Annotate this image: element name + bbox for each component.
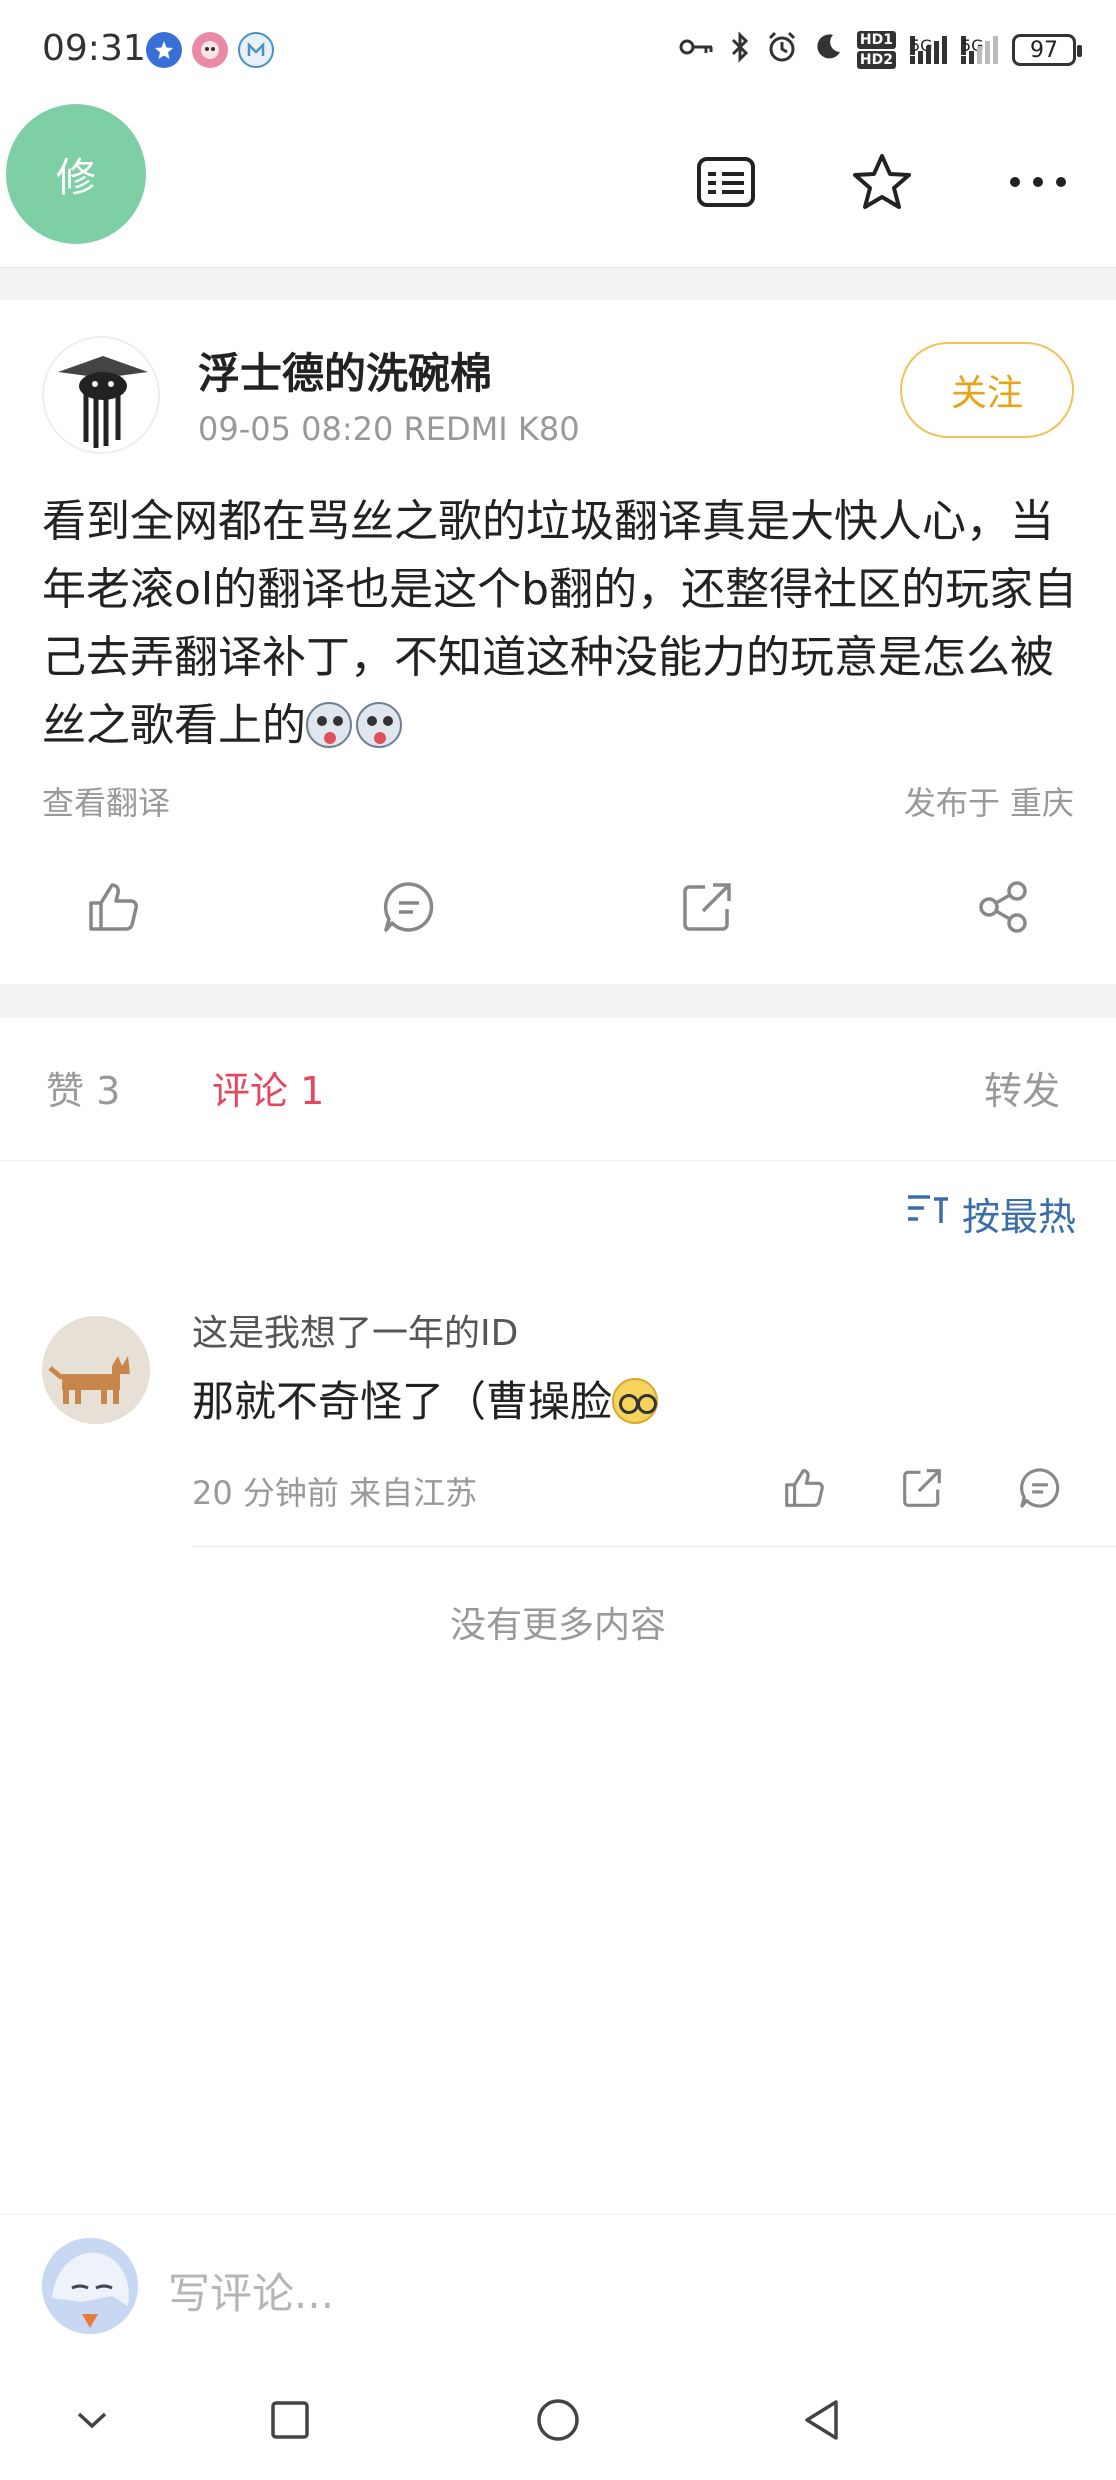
notification-app-icon-2 xyxy=(192,32,228,68)
notification-app-icon-1 xyxy=(146,32,182,68)
comment-like-icon[interactable] xyxy=(776,1460,832,1516)
view-translation-link[interactable]: 查看翻译 xyxy=(42,778,170,824)
follow-button[interactable]: 关注 xyxy=(900,342,1074,438)
author-name[interactable]: 浮士德的洗碗棉 xyxy=(198,340,492,401)
sort-button[interactable]: 按最热 xyxy=(906,1186,1076,1241)
chevron-down-icon[interactable] xyxy=(62,2390,122,2450)
comment-icon[interactable] xyxy=(374,872,444,942)
comment-input[interactable]: 写评论... xyxy=(168,2260,334,2321)
hd1-badge: HD1 xyxy=(856,31,896,49)
emoji-icon xyxy=(356,702,402,748)
back-icon[interactable] xyxy=(792,2390,852,2450)
status-indicators: HD1 HD2 5G 5G 97 xyxy=(679,28,1082,72)
signal-icon-2: 5G xyxy=(961,36,998,64)
signal-icon-1: 5G xyxy=(910,36,947,64)
home-icon[interactable] xyxy=(528,2390,588,2450)
network-label-2: 5G xyxy=(961,36,984,55)
share-icon[interactable] xyxy=(968,872,1038,942)
hd2-badge: HD2 xyxy=(856,51,896,69)
post-body: 看到全网都在骂丝之歌的垃圾翻译真是大快人心，当年老滚ol的翻译也是这个b翻的，还… xyxy=(42,488,1082,760)
comment-repost-icon[interactable] xyxy=(894,1460,950,1516)
post-body-text: 看到全网都在骂丝之歌的垃圾翻译真是大快人心，当年老滚ol的翻译也是这个b翻的，还… xyxy=(42,496,1078,751)
repost-icon[interactable] xyxy=(672,872,742,942)
notification-app-icon-3 xyxy=(238,32,274,68)
no-more-content: 没有更多内容 xyxy=(449,1605,666,1646)
commenter-avatar[interactable] xyxy=(42,1316,150,1424)
star-icon[interactable] xyxy=(850,150,914,214)
section-gap xyxy=(0,268,1116,300)
more-icon[interactable] xyxy=(1006,150,1070,214)
emoji-icon xyxy=(612,1378,659,1424)
edit-floating-button[interactable]: 修 xyxy=(6,104,146,244)
network-label-1: 5G xyxy=(910,36,933,55)
comment-text-content: 那就不奇怪了（曹操脸 xyxy=(192,1377,613,1426)
battery-indicator: 97 xyxy=(1012,34,1082,66)
comment-reply-icon[interactable] xyxy=(1012,1460,1068,1516)
tab-likes[interactable]: 赞 3 xyxy=(46,1060,120,1115)
comment-meta: 20 分钟前 来自江苏 xyxy=(192,1474,478,1512)
divider xyxy=(192,1546,1116,1547)
key-icon xyxy=(679,35,715,66)
like-icon[interactable] xyxy=(78,872,148,942)
tab-comments[interactable]: 评论 1 xyxy=(212,1060,324,1115)
hd-badges: HD1 HD2 xyxy=(856,31,896,69)
recent-apps-icon[interactable] xyxy=(260,2390,320,2450)
post-location: 发布于 重庆 xyxy=(903,784,1074,822)
sort-icon xyxy=(906,1191,950,1236)
divider xyxy=(0,1160,1116,1161)
author-avatar[interactable] xyxy=(42,336,160,454)
section-gap xyxy=(0,984,1116,1018)
status-time: 09:31 xyxy=(42,28,146,69)
sort-label: 按最热 xyxy=(961,1195,1076,1239)
my-avatar[interactable] xyxy=(42,2238,138,2334)
alarm-icon xyxy=(765,30,799,71)
emoji-icon xyxy=(306,702,352,748)
bluetooth-icon xyxy=(729,30,751,70)
comment-username[interactable]: 这是我想了一年的ID xyxy=(192,1304,518,1356)
translate-text-icon[interactable] xyxy=(694,150,758,214)
comment-text: 那就不奇怪了（曹操脸 xyxy=(192,1368,659,1429)
top-app-bar xyxy=(0,100,1116,268)
tab-reposts[interactable]: 转发 xyxy=(984,1060,1060,1115)
moon-icon xyxy=(813,32,843,69)
post-meta: 09-05 08:20 REDMI K80 xyxy=(198,410,580,448)
